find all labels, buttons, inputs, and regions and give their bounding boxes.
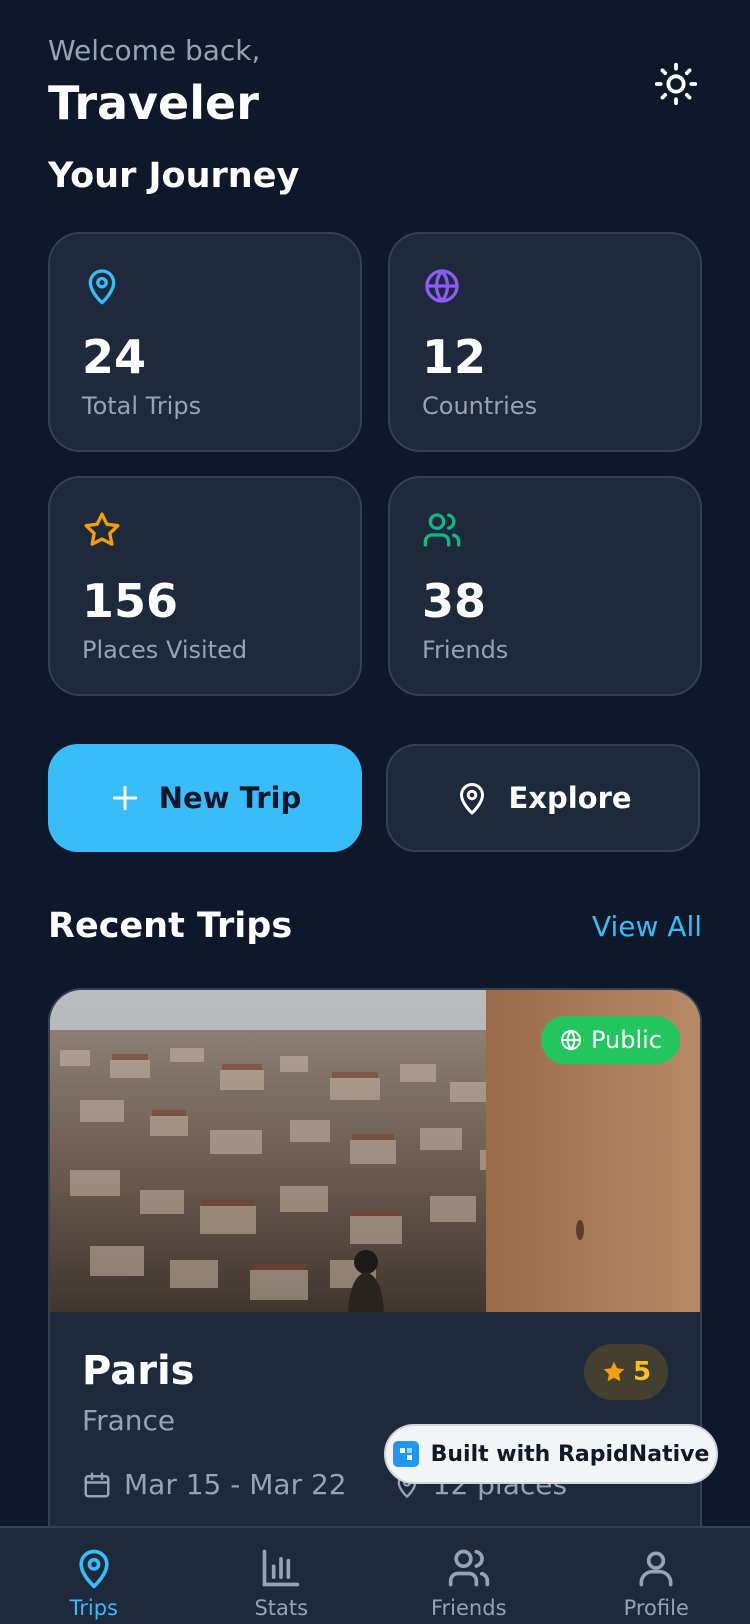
journey-title: Your Journey <box>48 156 300 196</box>
new-trip-button[interactable]: New Trip <box>48 744 362 852</box>
globe-icon <box>560 1029 581 1051</box>
users-icon <box>423 513 461 547</box>
rating-badge: 5 <box>584 1344 668 1400</box>
star-filled-icon <box>603 1361 625 1382</box>
theme-toggle-button[interactable] <box>652 60 700 108</box>
rapidnative-logo-icon <box>392 1441 419 1467</box>
recent-trips-title: Recent Trips <box>48 906 293 946</box>
tab-friends[interactable]: Friends <box>375 1528 563 1624</box>
tab-stats[interactable]: Stats <box>188 1528 376 1624</box>
sun-icon <box>654 62 698 106</box>
public-badge-label: Public <box>590 1026 662 1054</box>
trip-dates: Mar 15 - Mar 22 <box>124 1468 347 1501</box>
stat-card-places-visited[interactable]: 156 Places Visited <box>48 476 362 696</box>
user-icon <box>639 1551 673 1587</box>
trip-country: France <box>82 1404 176 1437</box>
stat-label: Friends <box>422 636 509 664</box>
stat-value: 156 <box>82 574 179 628</box>
new-trip-label: New Trip <box>158 781 302 815</box>
trip-photo: Public <box>50 990 700 1312</box>
stat-value: 38 <box>422 574 487 628</box>
tab-label: Stats <box>254 1596 309 1620</box>
bar-chart-icon <box>262 1549 300 1587</box>
rating-value: 5 <box>632 1357 652 1387</box>
explore-label: Explore <box>508 781 632 815</box>
stat-card-total-trips[interactable]: 24 Total Trips <box>48 232 362 452</box>
greeting-text: Welcome back, <box>48 34 261 67</box>
public-badge: Public <box>540 1016 680 1064</box>
stat-label: Places Visited <box>82 636 248 664</box>
explore-button[interactable]: Explore <box>386 744 700 852</box>
built-with-badge[interactable]: Built with RapidNative <box>384 1424 718 1484</box>
stat-label: Total Trips <box>82 392 202 420</box>
username-heading: Traveler <box>48 76 259 130</box>
trip-name: Paris <box>82 1348 195 1394</box>
stat-card-friends[interactable]: 38 Friends <box>388 476 702 696</box>
users-icon <box>448 1549 489 1587</box>
map-pin-icon <box>79 1549 109 1589</box>
built-with-label: Built with RapidNative <box>430 1441 710 1467</box>
stat-value: 24 <box>82 330 147 384</box>
stat-card-countries[interactable]: 12 Countries <box>388 232 702 452</box>
stat-label: Countries <box>422 392 538 420</box>
tab-label: Trips <box>69 1596 118 1620</box>
tab-label: Profile <box>623 1596 689 1620</box>
map-pin-icon <box>88 269 116 305</box>
calendar-icon <box>84 1472 110 1497</box>
tab-label: Friends <box>430 1596 507 1620</box>
tab-trips[interactable]: Trips <box>0 1528 188 1624</box>
globe-icon <box>425 269 459 303</box>
plus-icon <box>112 785 137 811</box>
tab-profile[interactable]: Profile <box>563 1528 750 1624</box>
view-all-link[interactable]: View All <box>592 910 702 943</box>
star-icon <box>84 512 120 546</box>
bottom-tab-bar: Trips Stats Friends Profile <box>0 1526 750 1624</box>
map-pin-icon <box>460 783 485 815</box>
stat-value: 12 <box>422 330 487 384</box>
